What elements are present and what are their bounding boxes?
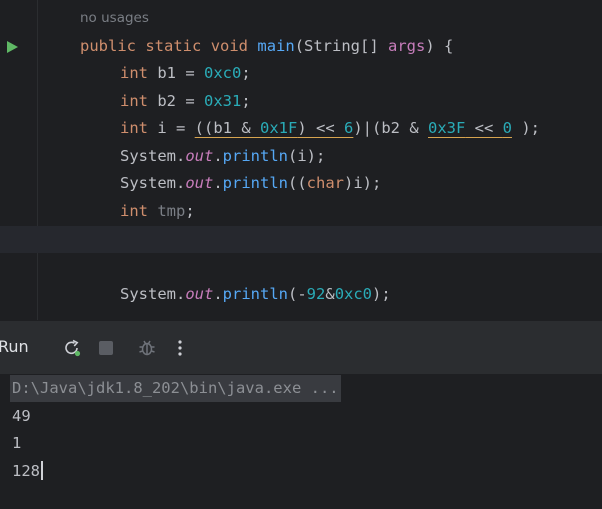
warning-underline: 0x3F << 0 [428,119,512,137]
code-text: . [213,285,223,303]
method-name: println [222,285,288,303]
code-text: (( [288,174,307,192]
code-text: ); [512,119,540,137]
code-line-1[interactable]: public static void main(String[] args) { [0,33,602,60]
java-command-line[interactable]: D:\Java\jdk1.8_202\bin\java.exe ... [10,375,341,402]
inlay-hint-line: no usages [0,5,602,32]
more-icon[interactable] [170,338,190,358]
number-literal: 0xc0 [334,285,373,303]
code-line-5[interactable]: System.out.println(i); [0,143,602,170]
method-name: main [257,37,295,55]
keyword: int [120,92,148,110]
number-literal: 92 [306,285,326,303]
number-literal: 0xc0 [204,64,242,82]
code-line-8[interactable]: System.out.println(-92&0xc0); [0,281,602,308]
code-line-blank[interactable] [0,253,602,280]
static-field: out [185,174,214,192]
warning-underline: ((b1 & 0x1F) << 6 [195,119,354,137]
static-field: out [185,285,214,303]
method-name: println [222,147,288,165]
run-tool-window-header: Run [0,320,602,375]
code-text: (i); [288,147,326,165]
code-text: ; [241,64,251,82]
code-text: ) { [425,37,454,55]
code-text: (- [288,285,307,303]
console-output-line: 49 [12,407,31,425]
code-text: ; [241,92,251,110]
code-text: . [213,174,223,192]
code-text: b2 = [148,92,204,110]
stop-icon[interactable] [96,338,116,358]
rerun-icon[interactable] [62,338,82,358]
debug-icon[interactable] [137,338,157,358]
keyword: static [145,37,202,55]
code-line-3[interactable]: int b2 = 0x31; [0,88,602,115]
code-text: << [465,119,503,137]
code-line-7[interactable]: int tmp; [0,198,602,225]
parameter: args [388,37,426,55]
keyword: public [80,37,136,55]
code-text: )i); [344,174,382,192]
number-literal: 0x3F [428,119,466,137]
keyword: char [306,174,344,192]
code-text: ); [372,285,391,303]
console-output-line-last: 128 [12,458,43,485]
code-editor[interactable]: no usages public static void main(String… [0,0,602,320]
code-text: ((b1 & [194,119,260,137]
current-line[interactable] [0,226,602,253]
keyword: int [120,119,148,137]
static-field: out [185,147,214,165]
keyword: int [120,202,148,220]
code-text: i = [148,119,195,137]
code-text: )|(b2 & [353,119,428,137]
console-output-line: 1 [12,434,22,452]
number-literal: 6 [344,119,354,137]
code-text: ; [185,202,195,220]
code-text: . [213,147,223,165]
run-tab-title[interactable]: Run [0,337,29,356]
code-text: & [325,285,335,303]
code-text: System. [120,285,186,303]
code-text: (String[] [294,37,389,55]
run-console[interactable]: D:\Java\jdk1.8_202\bin\java.exe ... 49 1… [0,374,602,509]
keyword: void [210,37,249,55]
number-literal: 0 [502,119,512,137]
code-text: ) << [297,119,344,137]
code-text: System. [120,174,186,192]
console-output-text: 128 [12,462,40,480]
inlay-hint[interactable]: no usages [80,5,149,32]
number-literal: 0x31 [204,92,242,110]
code-text: b1 = [148,64,204,82]
code-line-4[interactable]: int i = ((b1 & 0x1F) << 6)|(b2 & 0x3F <<… [0,115,602,142]
code-line-6[interactable]: System.out.println((char)i); [0,170,602,197]
keyword: int [120,64,148,82]
text-caret [41,461,43,480]
code-line-2[interactable]: int b1 = 0xc0; [0,60,602,87]
number-literal: 0x1F [260,119,298,137]
code-text: System. [120,147,186,165]
method-name: println [222,174,288,192]
unused-variable: tmp [157,202,186,220]
